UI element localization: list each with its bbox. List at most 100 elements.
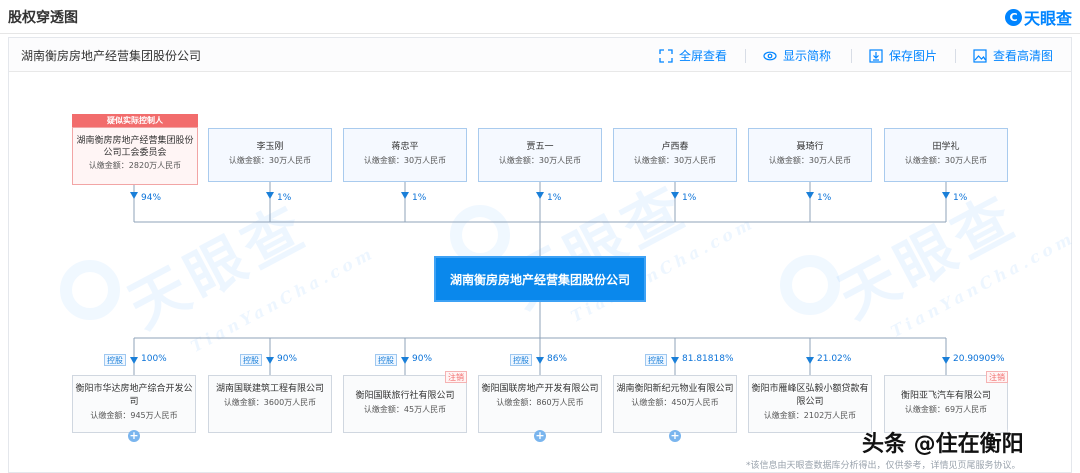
show-short-name-button[interactable]: 显示简称 — [763, 47, 831, 64]
save-image-label: 保存图片 — [889, 49, 938, 63]
share-percentage: 21.02% — [817, 354, 852, 364]
shareholder-name: 卢西春 — [661, 142, 689, 152]
fullscreen-label: 全屏查看 — [679, 49, 728, 63]
shareholder-node[interactable]: 贾五一 认缴金额：30万人民币 — [478, 128, 602, 182]
shareholder-amount: 认缴金额：30万人民币 — [904, 156, 988, 165]
toolbar-divider — [955, 49, 956, 63]
download-icon — [869, 48, 883, 63]
cancelled-status-tag: 注销 — [445, 371, 467, 383]
holding-badge: 控股 — [645, 354, 667, 366]
subsidiary-name: 衡阳亚飞汽车有限公司 — [900, 391, 991, 401]
author-signature: 头条 @住在衡阳 — [862, 432, 1024, 457]
arrow-down-icon — [536, 357, 544, 364]
subsidiary-node[interactable]: 衡阳国联旅行社有限公司 认缴金额：45万人民币 — [343, 375, 467, 433]
subsidiary-node[interactable]: 湖南衡阳新纪元物业有限公司 认缴金额：450万人民币 — [613, 375, 737, 433]
expand-icon[interactable]: + — [669, 430, 681, 442]
shareholder-name: 李玉刚 — [256, 142, 284, 152]
share-percentage: 94% — [141, 193, 162, 203]
subsidiary-name: 衡阳国联房地产开发有限公司 — [481, 384, 599, 394]
arrow-down-icon — [942, 357, 950, 364]
share-percentage: 1% — [817, 193, 832, 203]
target-company-node[interactable]: 湖南衡房房地产经营集团股份公司 — [434, 256, 646, 302]
view-hd-button[interactable]: 查看高清图 — [973, 47, 1053, 64]
expand-icon[interactable]: + — [534, 430, 546, 442]
shareholder-name: 田学礼 — [932, 142, 960, 152]
show-short-name-label: 显示简称 — [783, 49, 832, 63]
header: 股权穿透图 C 天眼查 — [0, 0, 1080, 34]
cancelled-status-tag: 注销 — [986, 371, 1008, 383]
arrow-down-icon — [130, 192, 138, 199]
eye-icon — [763, 51, 777, 60]
arrow-down-icon — [806, 192, 814, 199]
shareholder-name: 湖南衡房房地产经营集团股份公司工会委员会 — [76, 136, 194, 158]
shareholder-node[interactable]: 田学礼 认缴金额：30万人民币 — [884, 128, 1008, 182]
fullscreen-button[interactable]: 全屏查看 — [659, 47, 727, 64]
subsidiary-name: 湖南国联建筑工程有限公司 — [215, 384, 324, 394]
shareholder-node[interactable]: 李玉刚 认缴金额：30万人民币 — [208, 128, 332, 182]
save-image-button[interactable]: 保存图片 — [869, 47, 937, 64]
shareholder-name: 蒋忠平 — [391, 142, 419, 152]
shareholder-node[interactable]: 湖南衡房房地产经营集团股份公司工会委员会 认缴金额：2820万人民币 — [72, 127, 198, 185]
share-percentage: 100% — [141, 354, 167, 364]
arrow-down-icon — [806, 357, 814, 364]
share-percentage: 81.81818% — [682, 354, 734, 364]
shareholder-amount: 认缴金额：30万人民币 — [633, 156, 717, 165]
share-percentage: 90% — [412, 354, 433, 364]
actual-controller-tag: 疑似实际控制人 — [72, 114, 198, 128]
expand-icon[interactable]: + — [128, 430, 140, 442]
toolbar-divider — [745, 49, 746, 63]
subsidiary-node[interactable]: 衡阳市华达房地产综合开发公司 认缴金额：945万人民币 — [72, 375, 196, 433]
arrow-down-icon — [671, 357, 679, 364]
subsidiary-node[interactable]: 衡阳亚飞汽车有限公司 认缴金额：69万人民币 — [884, 375, 1008, 433]
arrow-down-icon — [401, 192, 409, 199]
subsidiary-amount: 认缴金额：45万人民币 — [363, 405, 447, 414]
subsidiary-amount: 认缴金额：945万人民币 — [90, 411, 178, 420]
shareholder-name: 贾五一 — [526, 142, 554, 152]
share-percentage: 1% — [277, 193, 292, 203]
holding-badge: 控股 — [240, 354, 262, 366]
image-icon — [973, 48, 987, 63]
subsidiary-name: 湖南衡阳新纪元物业有限公司 — [616, 384, 734, 394]
toolbar: 湖南衡房房地产经营集团股份公司 全屏查看 显示简称 保存图片 查看高清图 — [9, 38, 1071, 72]
subsidiary-amount: 认缴金额：3600万人民币 — [223, 398, 317, 407]
page-title: 股权穿透图 — [8, 10, 78, 26]
shareholder-node[interactable]: 蒋忠平 认缴金额：30万人民币 — [343, 128, 467, 182]
share-percentage: 90% — [277, 354, 298, 364]
toolbar-divider — [851, 49, 852, 63]
share-percentage: 1% — [953, 193, 968, 203]
holding-badge: 控股 — [104, 354, 126, 366]
share-percentage: 1% — [682, 193, 697, 203]
view-hd-label: 查看高清图 — [993, 49, 1054, 63]
shareholder-amount: 认缴金额：30万人民币 — [498, 156, 582, 165]
shareholder-node[interactable]: 聂琦行 认缴金额：30万人民币 — [748, 128, 872, 182]
shareholder-amount: 认缴金额：30万人民币 — [363, 156, 447, 165]
company-name: 湖南衡房房地产经营集团股份公司 — [21, 49, 202, 63]
share-percentage: 1% — [412, 193, 427, 203]
disclaimer: *该信息由天眼查数据库分析得出，仅供参考，详情见页尾服务协议。 — [746, 461, 1021, 471]
shareholder-node[interactable]: 卢西春 认缴金额：30万人民币 — [613, 128, 737, 182]
arrow-down-icon — [536, 192, 544, 199]
subsidiary-node[interactable]: 衡阳国联房地产开发有限公司 认缴金额：860万人民币 — [478, 375, 602, 433]
brand-name: 天眼查 — [1023, 9, 1072, 28]
holding-badge: 控股 — [510, 354, 532, 366]
subsidiary-name: 衡阳国联旅行社有限公司 — [355, 391, 455, 401]
shareholder-amount: 认缴金额：30万人民币 — [768, 156, 852, 165]
arrow-down-icon — [266, 357, 274, 364]
shareholder-amount: 认缴金额：30万人民币 — [228, 156, 312, 165]
fullscreen-icon — [659, 48, 673, 63]
arrow-down-icon — [942, 192, 950, 199]
subsidiary-node[interactable]: 衡阳市雁峰区弘毅小额贷款有限公司 认缴金额：2102万人民币 — [748, 375, 872, 433]
share-percentage: 1% — [547, 193, 562, 203]
holding-badge: 控股 — [375, 354, 397, 366]
subsidiary-amount: 认缴金额：450万人民币 — [631, 398, 719, 407]
shareholder-name: 聂琦行 — [796, 142, 824, 152]
subsidiary-amount: 认缴金额：2102万人民币 — [763, 411, 857, 420]
arrow-down-icon — [401, 357, 409, 364]
brand[interactable]: C 天眼查 — [1004, 5, 1072, 29]
subsidiary-name: 衡阳市雁峰区弘毅小额贷款有限公司 — [751, 384, 869, 407]
tianyancha-logo-icon: C — [1004, 8, 1022, 26]
subsidiary-node[interactable]: 湖南国联建筑工程有限公司 认缴金额：3600万人民币 — [208, 375, 332, 433]
share-percentage: 86% — [547, 354, 568, 364]
share-percentage: 20.90909% — [953, 354, 1005, 364]
subsidiary-amount: 认缴金额：69万人民币 — [904, 405, 988, 414]
